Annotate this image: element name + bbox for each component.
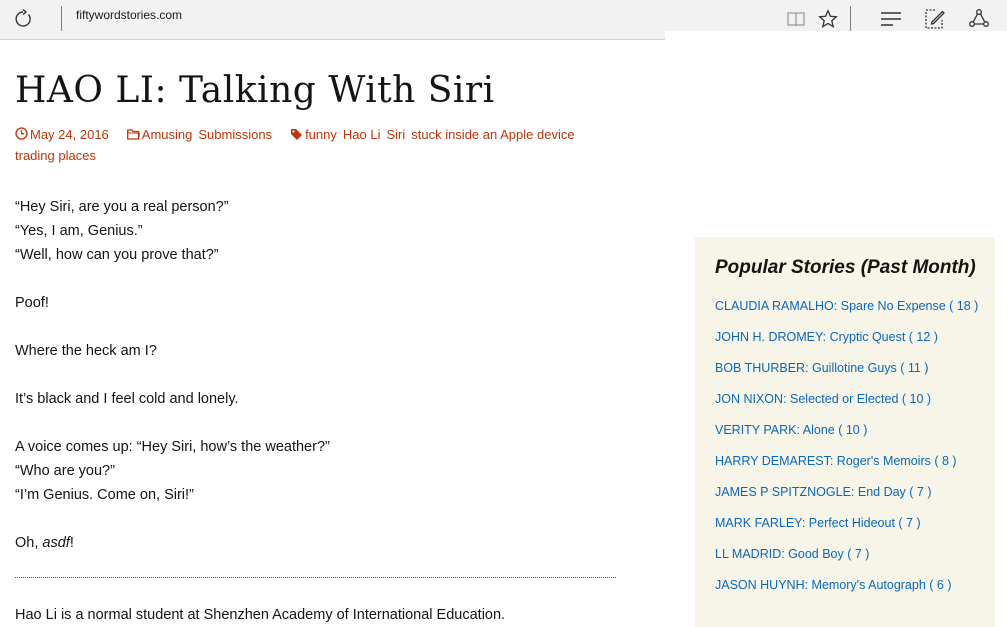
tag-link-siri[interactable]: Siri bbox=[386, 127, 405, 142]
story-link[interactable]: JON NIXON: Selected or Elected ( 10 ) bbox=[715, 392, 931, 406]
list-item: JAMES P SPITZNOGLE: End Day ( 7 ) bbox=[715, 484, 978, 515]
story-link[interactable]: JASON HUYNH: Memory's Autograph ( 6 ) bbox=[715, 578, 951, 592]
category-link-submissions[interactable]: Submissions bbox=[198, 127, 272, 142]
tag-link-hao-li[interactable]: Hao Li bbox=[343, 127, 381, 142]
paragraph: Poof! bbox=[15, 291, 615, 315]
story-link[interactable]: BOB THURBER: Guillotine Guys ( 11 ) bbox=[715, 361, 929, 375]
favorite-star-icon bbox=[818, 9, 838, 29]
share-icon bbox=[968, 8, 990, 30]
popular-stories-widget: Popular Stories (Past Month) CLAUDIA RAM… bbox=[695, 237, 995, 627]
paragraph-text: Where the heck am I? bbox=[15, 343, 157, 359]
hub-icon bbox=[880, 11, 902, 27]
paragraph: “Hey Siri, are you a real person?” “Yes,… bbox=[15, 195, 615, 267]
list-item: VERITY PARK: Alone ( 10 ) bbox=[715, 422, 978, 453]
dialogue-line: A voice comes up: “Hey Siri, how’s the w… bbox=[15, 439, 330, 455]
reading-view-icon bbox=[786, 10, 806, 28]
paragraph-text: It’s black and I feel cold and lonely. bbox=[15, 391, 239, 407]
tag-link-stuck-inside[interactable]: stuck inside an Apple device bbox=[411, 127, 574, 142]
post-date-link[interactable]: May 24, 2016 bbox=[15, 127, 109, 142]
refresh-button[interactable] bbox=[10, 0, 36, 38]
story-link[interactable]: HARRY DEMAREST: Roger's Memoirs ( 8 ) bbox=[715, 454, 957, 468]
paragraph: Oh, asdf! bbox=[15, 531, 615, 555]
list-item: LL MADRID: Good Boy ( 7 ) bbox=[715, 546, 978, 577]
post-date: May 24, 2016 bbox=[30, 127, 109, 142]
refresh-icon bbox=[12, 8, 34, 30]
content-divider bbox=[15, 577, 616, 578]
paragraph: It’s black and I feel cold and lonely. bbox=[15, 387, 615, 411]
paragraph-text: ! bbox=[69, 535, 74, 551]
web-note-icon bbox=[924, 8, 946, 30]
post-meta: May 24, 2016 Amusing Submissions funny Hao L… bbox=[15, 124, 615, 166]
category-link-amusing[interactable]: Amusing bbox=[142, 127, 193, 142]
widget-title: Popular Stories (Past Month) bbox=[715, 257, 976, 278]
list-item: JASON HUYNH: Memory's Autograph ( 6 ) bbox=[715, 577, 978, 608]
toolbar-separator bbox=[61, 6, 62, 31]
tag-link-funny[interactable]: funny bbox=[305, 127, 337, 142]
list-item: CLAUDIA RAMALHO: Spare No Expense ( 18 ) bbox=[715, 298, 978, 329]
post-title[interactable]: HAO LI: Talking With Siri bbox=[15, 70, 495, 111]
tag-link-trading-places[interactable]: trading places bbox=[15, 148, 96, 163]
story-link[interactable]: CLAUDIA RAMALHO: Spare No Expense ( 18 ) bbox=[715, 299, 978, 313]
story-link[interactable]: VERITY PARK: Alone ( 10 ) bbox=[715, 423, 867, 437]
story-link[interactable]: JOHN H. DROMEY: Cryptic Quest ( 12 ) bbox=[715, 330, 938, 344]
list-item: BOB THURBER: Guillotine Guys ( 11 ) bbox=[715, 360, 978, 391]
post-content: “Hey Siri, are you a real person?” “Yes,… bbox=[15, 195, 615, 579]
list-item: HARRY DEMAREST: Roger's Memoirs ( 8 ) bbox=[715, 453, 978, 484]
paragraph-text: Poof! bbox=[15, 295, 49, 311]
clock-icon bbox=[15, 127, 28, 140]
toolbar-separator bbox=[850, 6, 851, 31]
toolbar-overlay bbox=[665, 31, 1007, 41]
paragraph-text: Oh, bbox=[15, 535, 43, 551]
list-item: JON NIXON: Selected or Elected ( 10 ) bbox=[715, 391, 978, 422]
tag-icon bbox=[291, 129, 303, 140]
paragraph: Where the heck am I? bbox=[15, 339, 615, 363]
author-bio: Hao Li is a normal student at Shenzhen A… bbox=[15, 607, 506, 623]
dialogue-line: “Well, how can you prove that?” bbox=[15, 247, 219, 263]
dialogue-line: “I’m Genius. Come on, Siri!” bbox=[15, 487, 194, 503]
address-bar[interactable]: fiftywordstories.com bbox=[76, 8, 182, 22]
popular-stories-list: CLAUDIA RAMALHO: Spare No Expense ( 18 )… bbox=[715, 298, 978, 608]
italic-text: asdf bbox=[42, 535, 70, 551]
folder-icon bbox=[126, 129, 140, 140]
story-link[interactable]: JAMES P SPITZNOGLE: End Day ( 7 ) bbox=[715, 485, 932, 499]
dialogue-line: “Who are you?” bbox=[15, 463, 115, 479]
list-item: JOHN H. DROMEY: Cryptic Quest ( 12 ) bbox=[715, 329, 978, 360]
story-link[interactable]: MARK FARLEY: Perfect Hideout ( 7 ) bbox=[715, 516, 921, 530]
dialogue-line: “Hey Siri, are you a real person?” bbox=[15, 199, 229, 215]
list-item: MARK FARLEY: Perfect Hideout ( 7 ) bbox=[715, 515, 978, 546]
paragraph: A voice comes up: “Hey Siri, how’s the w… bbox=[15, 435, 615, 507]
story-link[interactable]: LL MADRID: Good Boy ( 7 ) bbox=[715, 547, 869, 561]
dialogue-line: “Yes, I am, Genius.” bbox=[15, 223, 143, 239]
